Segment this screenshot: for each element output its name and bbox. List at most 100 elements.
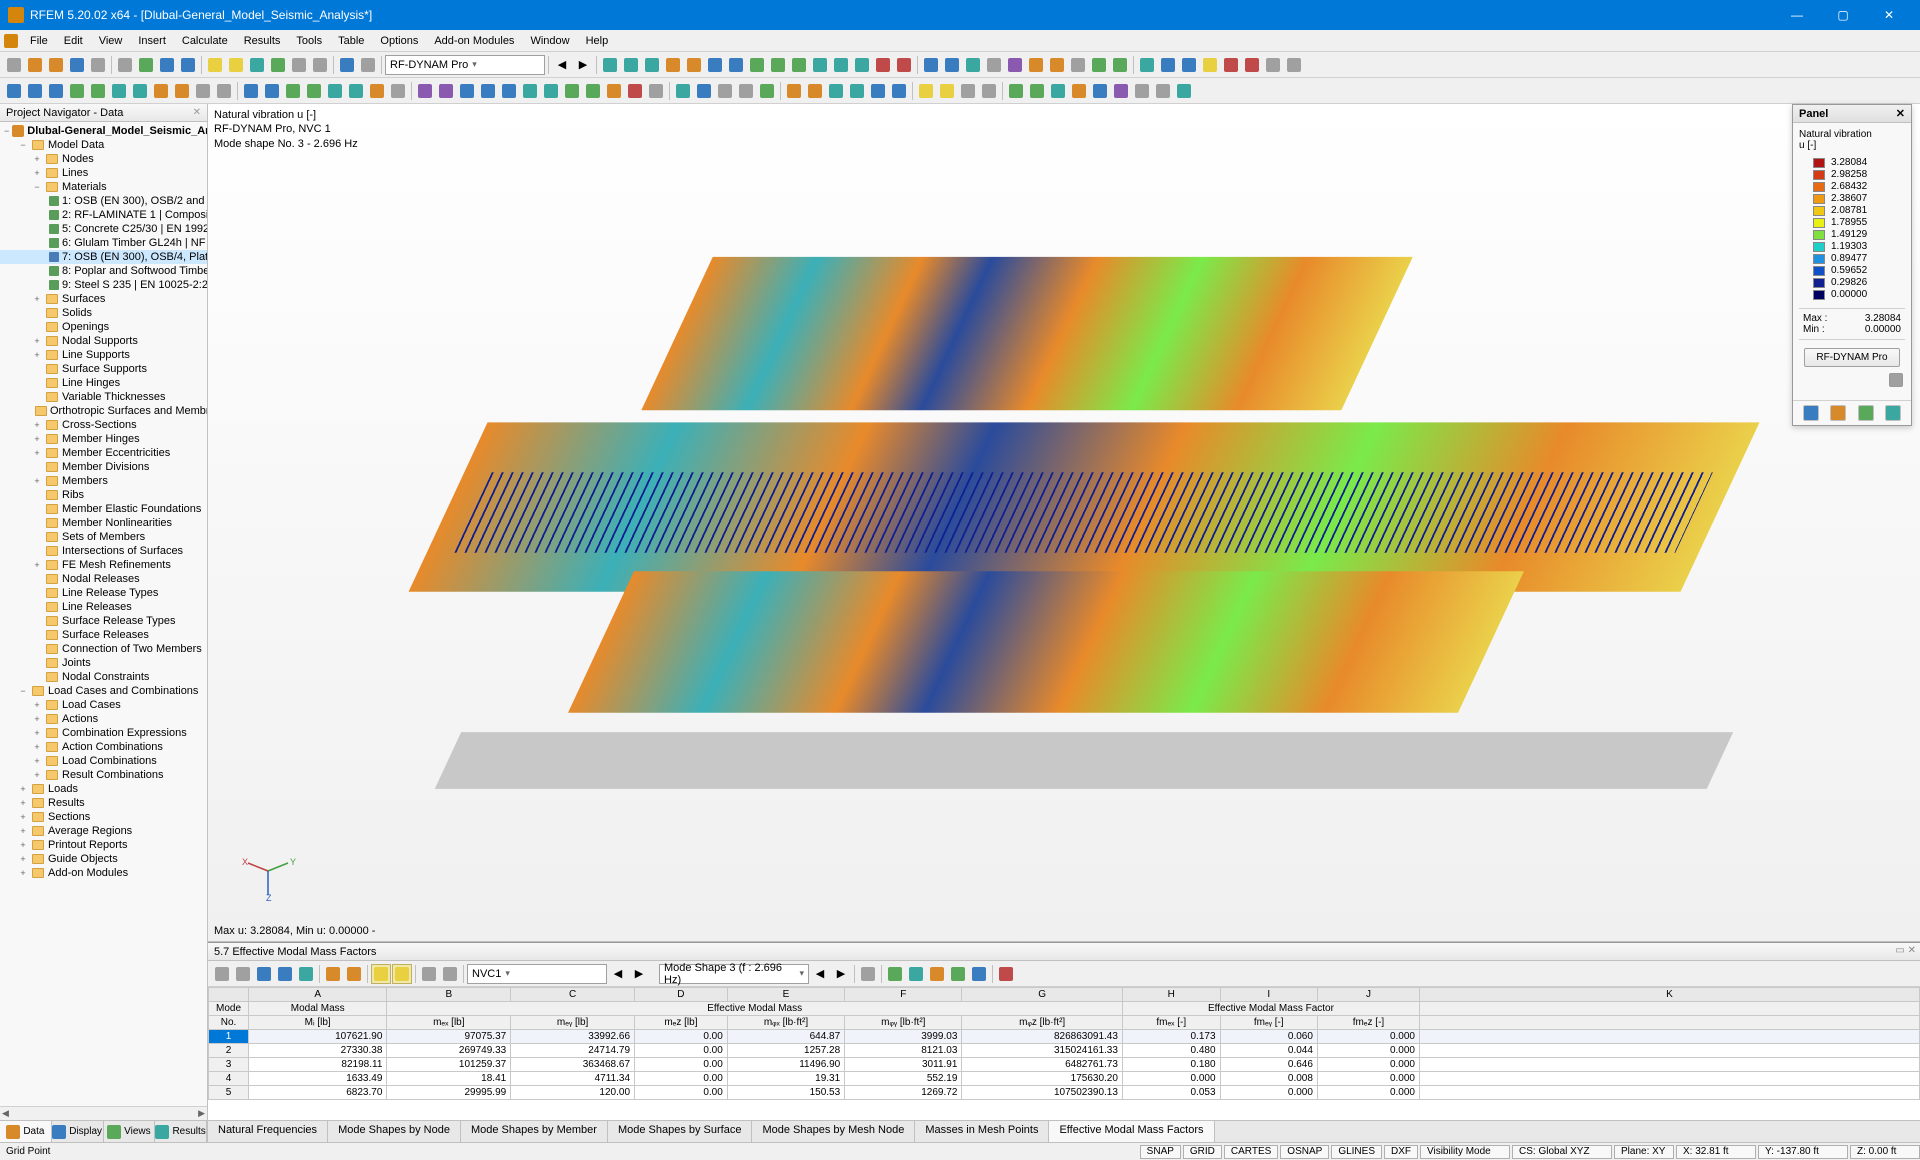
bpt-15[interactable] bbox=[927, 964, 947, 984]
tree-bottom-3[interactable]: +Average Regions bbox=[0, 824, 207, 838]
bpt-11[interactable] bbox=[440, 964, 460, 984]
tool-j[interactable] bbox=[358, 55, 378, 75]
tree-item-member-divisions[interactable]: Member Divisions bbox=[0, 460, 207, 474]
tb2-3[interactable] bbox=[46, 81, 66, 101]
tb2-23[interactable] bbox=[478, 81, 498, 101]
tree-material-1[interactable]: 1: OSB (EN 300), OSB/2 and OS bbox=[0, 194, 207, 208]
tool-i[interactable] bbox=[337, 55, 357, 75]
status-dxf[interactable]: DXF bbox=[1384, 1145, 1418, 1159]
nav-tab-data[interactable]: Data bbox=[0, 1121, 52, 1142]
tb2-25[interactable] bbox=[520, 81, 540, 101]
tb2-32[interactable] bbox=[673, 81, 693, 101]
nav-tab-views[interactable]: Views bbox=[104, 1121, 156, 1142]
tree-item-cross-sections[interactable]: +Cross-Sections bbox=[0, 418, 207, 432]
tb1-19[interactable] bbox=[984, 55, 1004, 75]
menu-addons[interactable]: Add-on Modules bbox=[426, 33, 522, 49]
tree-item-surfaces[interactable]: +Surfaces bbox=[0, 292, 207, 306]
bp-tab-3[interactable]: Mode Shapes by Surface bbox=[608, 1121, 753, 1142]
tree-lc-5[interactable]: +Result Combinations bbox=[0, 768, 207, 782]
panel-foot-4[interactable] bbox=[1885, 405, 1901, 421]
tb1-9[interactable] bbox=[768, 55, 788, 75]
tb1-5[interactable] bbox=[684, 55, 704, 75]
tb1-1[interactable] bbox=[600, 55, 620, 75]
tb2-52[interactable] bbox=[1111, 81, 1131, 101]
tb1-30[interactable] bbox=[1221, 55, 1241, 75]
tb1-24[interactable] bbox=[1089, 55, 1109, 75]
tb2-36[interactable] bbox=[757, 81, 777, 101]
data-grid[interactable]: ABCDEFGHIJK ModeModal MassEffective Moda… bbox=[208, 987, 1920, 1100]
minimize-button[interactable]: — bbox=[1774, 0, 1820, 30]
tree-item-line-hinges[interactable]: Line Hinges bbox=[0, 376, 207, 390]
bp-nvc-next[interactable]: ▶ bbox=[629, 964, 649, 984]
status-osnap[interactable]: OSNAP bbox=[1280, 1145, 1329, 1159]
tb2-1[interactable] bbox=[4, 81, 24, 101]
panel-module-button[interactable]: RF-DYNAM Pro bbox=[1804, 348, 1899, 367]
tb2-33[interactable] bbox=[694, 81, 714, 101]
tree-item-nodal-supports[interactable]: +Nodal Supports bbox=[0, 334, 207, 348]
tool-redo[interactable] bbox=[178, 55, 198, 75]
tb2-45[interactable] bbox=[958, 81, 978, 101]
status-snap[interactable]: SNAP bbox=[1140, 1145, 1181, 1159]
bpt-1[interactable] bbox=[212, 964, 232, 984]
module-combo[interactable]: RF-DYNAM Pro bbox=[385, 55, 545, 75]
tb2-14[interactable] bbox=[283, 81, 303, 101]
bpt-3[interactable] bbox=[254, 964, 274, 984]
tree-material-7[interactable]: 9: Steel S 235 | EN 10025-2:2004 bbox=[0, 278, 207, 292]
nav-next[interactable]: ▶ bbox=[573, 55, 593, 75]
grid-row-5[interactable]: 56823.7029995.99120.000.00150.531269.721… bbox=[209, 1086, 1920, 1100]
tree-item-ribs[interactable]: Ribs bbox=[0, 488, 207, 502]
tool-a[interactable] bbox=[115, 55, 135, 75]
tree-item-sets-of-members[interactable]: Sets of Members bbox=[0, 530, 207, 544]
tb2-4[interactable] bbox=[67, 81, 87, 101]
bp-tab-2[interactable]: Mode Shapes by Member bbox=[461, 1121, 608, 1142]
status-grid[interactable]: GRID bbox=[1183, 1145, 1222, 1159]
tb2-49[interactable] bbox=[1048, 81, 1068, 101]
tree-lc-1[interactable]: +Actions bbox=[0, 712, 207, 726]
tree-item-orthotropic-surfaces-and-membra[interactable]: Orthotropic Surfaces and Membra bbox=[0, 404, 207, 418]
tree-bottom-5[interactable]: +Guide Objects bbox=[0, 852, 207, 866]
bpt-7[interactable] bbox=[344, 964, 364, 984]
tree-item-connection-of-two-members[interactable]: Connection of Two Members bbox=[0, 642, 207, 656]
tree-item-member-nonlinearities[interactable]: Member Nonlinearities bbox=[0, 516, 207, 530]
tree-item-line-releases[interactable]: Line Releases bbox=[0, 600, 207, 614]
tb1-25[interactable] bbox=[1110, 55, 1130, 75]
tree-bottom-2[interactable]: +Sections bbox=[0, 810, 207, 824]
tool-undo[interactable] bbox=[157, 55, 177, 75]
menu-window[interactable]: Window bbox=[522, 33, 577, 49]
bp-tab-4[interactable]: Mode Shapes by Mesh Node bbox=[752, 1121, 915, 1142]
bp-close[interactable]: ▭ ✕ bbox=[1895, 945, 1916, 956]
tree-item-intersections-of-surfaces[interactable]: Intersections of Surfaces bbox=[0, 544, 207, 558]
tree-lines[interactable]: +Lines bbox=[0, 166, 207, 180]
bpt-5[interactable] bbox=[296, 964, 316, 984]
tb2-31[interactable] bbox=[646, 81, 666, 101]
tb2-53[interactable] bbox=[1132, 81, 1152, 101]
menu-calculate[interactable]: Calculate bbox=[174, 33, 236, 49]
tree-material-3[interactable]: 5: Concrete C25/30 | EN 1992-1 bbox=[0, 222, 207, 236]
tb1-23[interactable] bbox=[1068, 55, 1088, 75]
bpt-4[interactable] bbox=[275, 964, 295, 984]
tree-item-member-eccentricities[interactable]: +Member Eccentricities bbox=[0, 446, 207, 460]
tool-save[interactable] bbox=[67, 55, 87, 75]
tree-model-data[interactable]: −Model Data bbox=[0, 138, 207, 152]
tree-lc-4[interactable]: +Load Combinations bbox=[0, 754, 207, 768]
tool-open2[interactable] bbox=[46, 55, 66, 75]
tree-lc-0[interactable]: +Load Cases bbox=[0, 698, 207, 712]
tb2-6[interactable] bbox=[109, 81, 129, 101]
tree-item-fe-mesh-refinements[interactable]: +FE Mesh Refinements bbox=[0, 558, 207, 572]
tb2-50[interactable] bbox=[1069, 81, 1089, 101]
tb2-17[interactable] bbox=[346, 81, 366, 101]
tb2-44[interactable] bbox=[937, 81, 957, 101]
tree-item-line-supports[interactable]: +Line Supports bbox=[0, 348, 207, 362]
tree-item-openings[interactable]: Openings bbox=[0, 320, 207, 334]
tb1-20[interactable] bbox=[1005, 55, 1025, 75]
tree-bottom-6[interactable]: +Add-on Modules bbox=[0, 866, 207, 880]
menu-insert[interactable]: Insert bbox=[130, 33, 174, 49]
tb1-32[interactable] bbox=[1263, 55, 1283, 75]
nav-prev[interactable]: ◀ bbox=[552, 55, 572, 75]
tb2-27[interactable] bbox=[562, 81, 582, 101]
tb2-43[interactable] bbox=[916, 81, 936, 101]
tool-h[interactable] bbox=[310, 55, 330, 75]
tree-item-solids[interactable]: Solids bbox=[0, 306, 207, 320]
tree-lc-3[interactable]: +Action Combinations bbox=[0, 740, 207, 754]
panel-zoom-icon[interactable] bbox=[1889, 373, 1903, 387]
